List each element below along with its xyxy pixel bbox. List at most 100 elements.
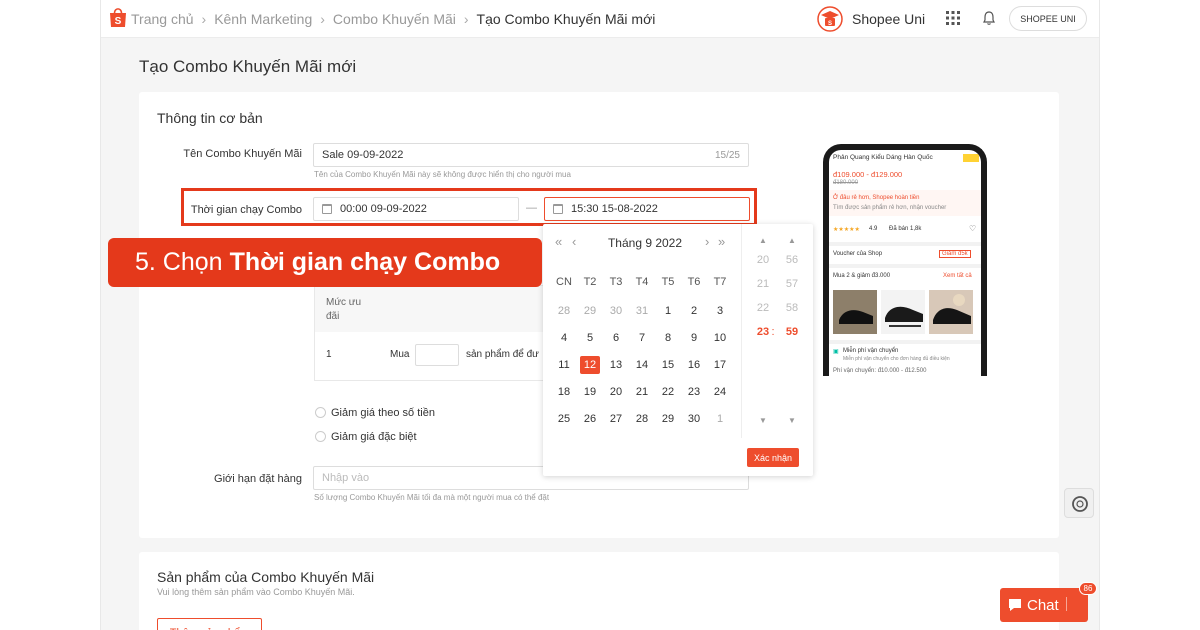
preview-note1: Ở đâu rẻ hơn, Shopee hoàn tiền [833,195,920,201]
user-menu-button[interactable]: SHOPEE UNI [1009,6,1087,31]
step-banner-prefix: 5. Chọn [135,248,223,276]
shopee-uni-label[interactable]: Shopee Uni [852,11,925,27]
calendar-day[interactable]: 13 [603,359,629,371]
chat-button[interactable]: Chat 86 [1000,582,1097,622]
preview-ship-note: Miễn phí vận chuyển cho đơn hàng đủ điều… [843,356,950,362]
star-rating-icon: ★★★★★ [833,227,860,233]
hour-option[interactable]: 21 [751,278,775,290]
chevron-right-icon: › [320,11,325,27]
shopee-uni-icon[interactable]: S [816,6,844,32]
calendar-day[interactable]: 7 [629,332,655,344]
calendar-day[interactable]: 25 [551,413,577,425]
minute-option[interactable]: 58 [780,302,804,314]
calendar-day[interactable]: 26 [577,413,603,425]
calendar-day[interactable]: 28 [629,413,655,425]
calendar-day[interactable]: 16 [681,359,707,371]
calendar-day[interactable]: 10 [707,332,733,344]
weekday-header: T7 [713,276,727,288]
calendar-day[interactable]: 29 [577,305,603,317]
hour-option[interactable]: 20 [751,254,775,266]
tier-header: Mức ưu đãi [326,297,362,322]
breadcrumb-marketing[interactable]: Kênh Marketing [214,11,312,27]
calendar-day-selected[interactable]: 12 [580,356,600,374]
next-year-button[interactable]: » [718,234,725,249]
calendar-day[interactable]: 30 [681,413,707,425]
apps-grid-icon[interactable] [946,11,960,25]
next-month-button[interactable]: › [705,234,709,249]
tier-quantity-input[interactable] [415,344,459,366]
prev-month-button[interactable]: ‹ [572,234,576,249]
app-frame: S Trang chủ › Kênh Marketing › Combo Khuyến … [100,0,1100,630]
hour-up-arrow-icon[interactable]: ▲ [751,236,775,245]
radio-special[interactable] [315,431,326,442]
calendar-day[interactable]: 23 [681,386,707,398]
calendar-day[interactable]: 15 [655,359,681,371]
calendar-day[interactable]: 9 [681,332,707,344]
name-label: Tên Combo Khuyến Mãi [183,148,302,160]
minute-selected[interactable]: 59 [780,326,804,338]
shoe-image-3 [929,290,973,334]
heart-icon: ♡ [969,224,977,233]
weekday-header: T4 [635,276,649,288]
calendar-day[interactable]: 4 [551,332,577,344]
step-banner: 5. Chọn Thời gian chạy Combo [108,238,542,287]
hour-down-arrow-icon[interactable]: ▼ [751,416,775,425]
chat-unread-badge: 86 [1079,582,1097,595]
svg-text:S: S [115,16,122,27]
calendar-day[interactable]: 28 [551,305,577,317]
minute-down-arrow-icon[interactable]: ▼ [780,416,804,425]
headset-icon [1072,496,1088,512]
help-button[interactable] [1064,488,1094,518]
radio-amount-label[interactable]: Giảm giá theo số tiền [331,407,435,419]
calendar-day[interactable]: 24 [707,386,733,398]
preview-ship-label: Miễn phí vận chuyển [843,348,899,354]
calendar-day[interactable]: 19 [577,386,603,398]
calendar-day[interactable]: 29 [655,413,681,425]
chat-label: Chat [1027,596,1059,614]
calendar-day[interactable]: 3 [707,305,733,317]
calendar-day[interactable]: 14 [629,359,655,371]
bell-icon[interactable] [981,10,997,26]
calendar-day[interactable]: 21 [629,386,655,398]
date-picker-popup: « ‹ Tháng 9 2022 › » CN T2 T3 T4 T5 T6 T… [543,224,813,476]
preview-sold: Đã bán 1,8k [889,226,922,232]
discount-tier-table: Mức ưu đãi 1 Mua sản phẩm để đư [314,285,554,381]
weekday-header: CN [556,276,572,288]
weekday-header: T6 [687,276,701,288]
preview-ship-fee: Phí vận chuyển: đ10.000 - đ12.500 [833,368,927,374]
preview-see-all: Xem tất cả [943,273,972,279]
chat-bubble-icon [1009,599,1021,611]
calendar-day[interactable]: 1 [707,413,733,425]
calendar-day[interactable]: 2 [681,305,707,317]
combo-name-field[interactable]: Sale 09-09-2022 15/25 [313,143,749,167]
hour-option[interactable]: 22 [751,302,775,314]
add-product-button[interactable]: Thêm sản phẩm [157,618,262,630]
shopee-logo-icon[interactable]: S [108,6,128,28]
calendar-title: Tháng 9 2022 [607,236,683,250]
breadcrumb-combo[interactable]: Combo Khuyến Mãi [333,11,456,27]
minute-option[interactable]: 57 [780,278,804,290]
calendar-day[interactable]: 22 [655,386,681,398]
chat-expand-icon[interactable] [1066,597,1080,611]
calendar-day[interactable]: 27 [603,413,629,425]
calendar-day[interactable]: 8 [655,332,681,344]
calendar-day[interactable]: 17 [707,359,733,371]
products-card: Sản phẩm của Combo Khuyến Mãi Vui lòng t… [139,552,1059,630]
minute-up-arrow-icon[interactable]: ▲ [780,236,804,245]
breadcrumb-home[interactable]: Trang chủ [131,11,194,27]
calendar-day[interactable]: 1 [655,305,681,317]
calendar-day[interactable]: 5 [577,332,603,344]
calendar-day[interactable]: 11 [551,359,577,371]
radio-amount[interactable] [315,407,326,418]
breadcrumb-current: Tạo Combo Khuyến Mãi mới [476,11,656,27]
calendar-day[interactable]: 31 [629,305,655,317]
calendar-day[interactable]: 20 [603,386,629,398]
radio-special-label[interactable]: Giảm giá đặc biệt [331,431,417,443]
calendar-day[interactable]: 6 [603,332,629,344]
calendar-day[interactable]: 30 [603,305,629,317]
shoe-image-2 [881,290,925,334]
confirm-button[interactable]: Xác nhận [747,448,799,467]
prev-year-button[interactable]: « [555,234,562,249]
minute-option[interactable]: 56 [780,254,804,266]
calendar-day[interactable]: 18 [551,386,577,398]
